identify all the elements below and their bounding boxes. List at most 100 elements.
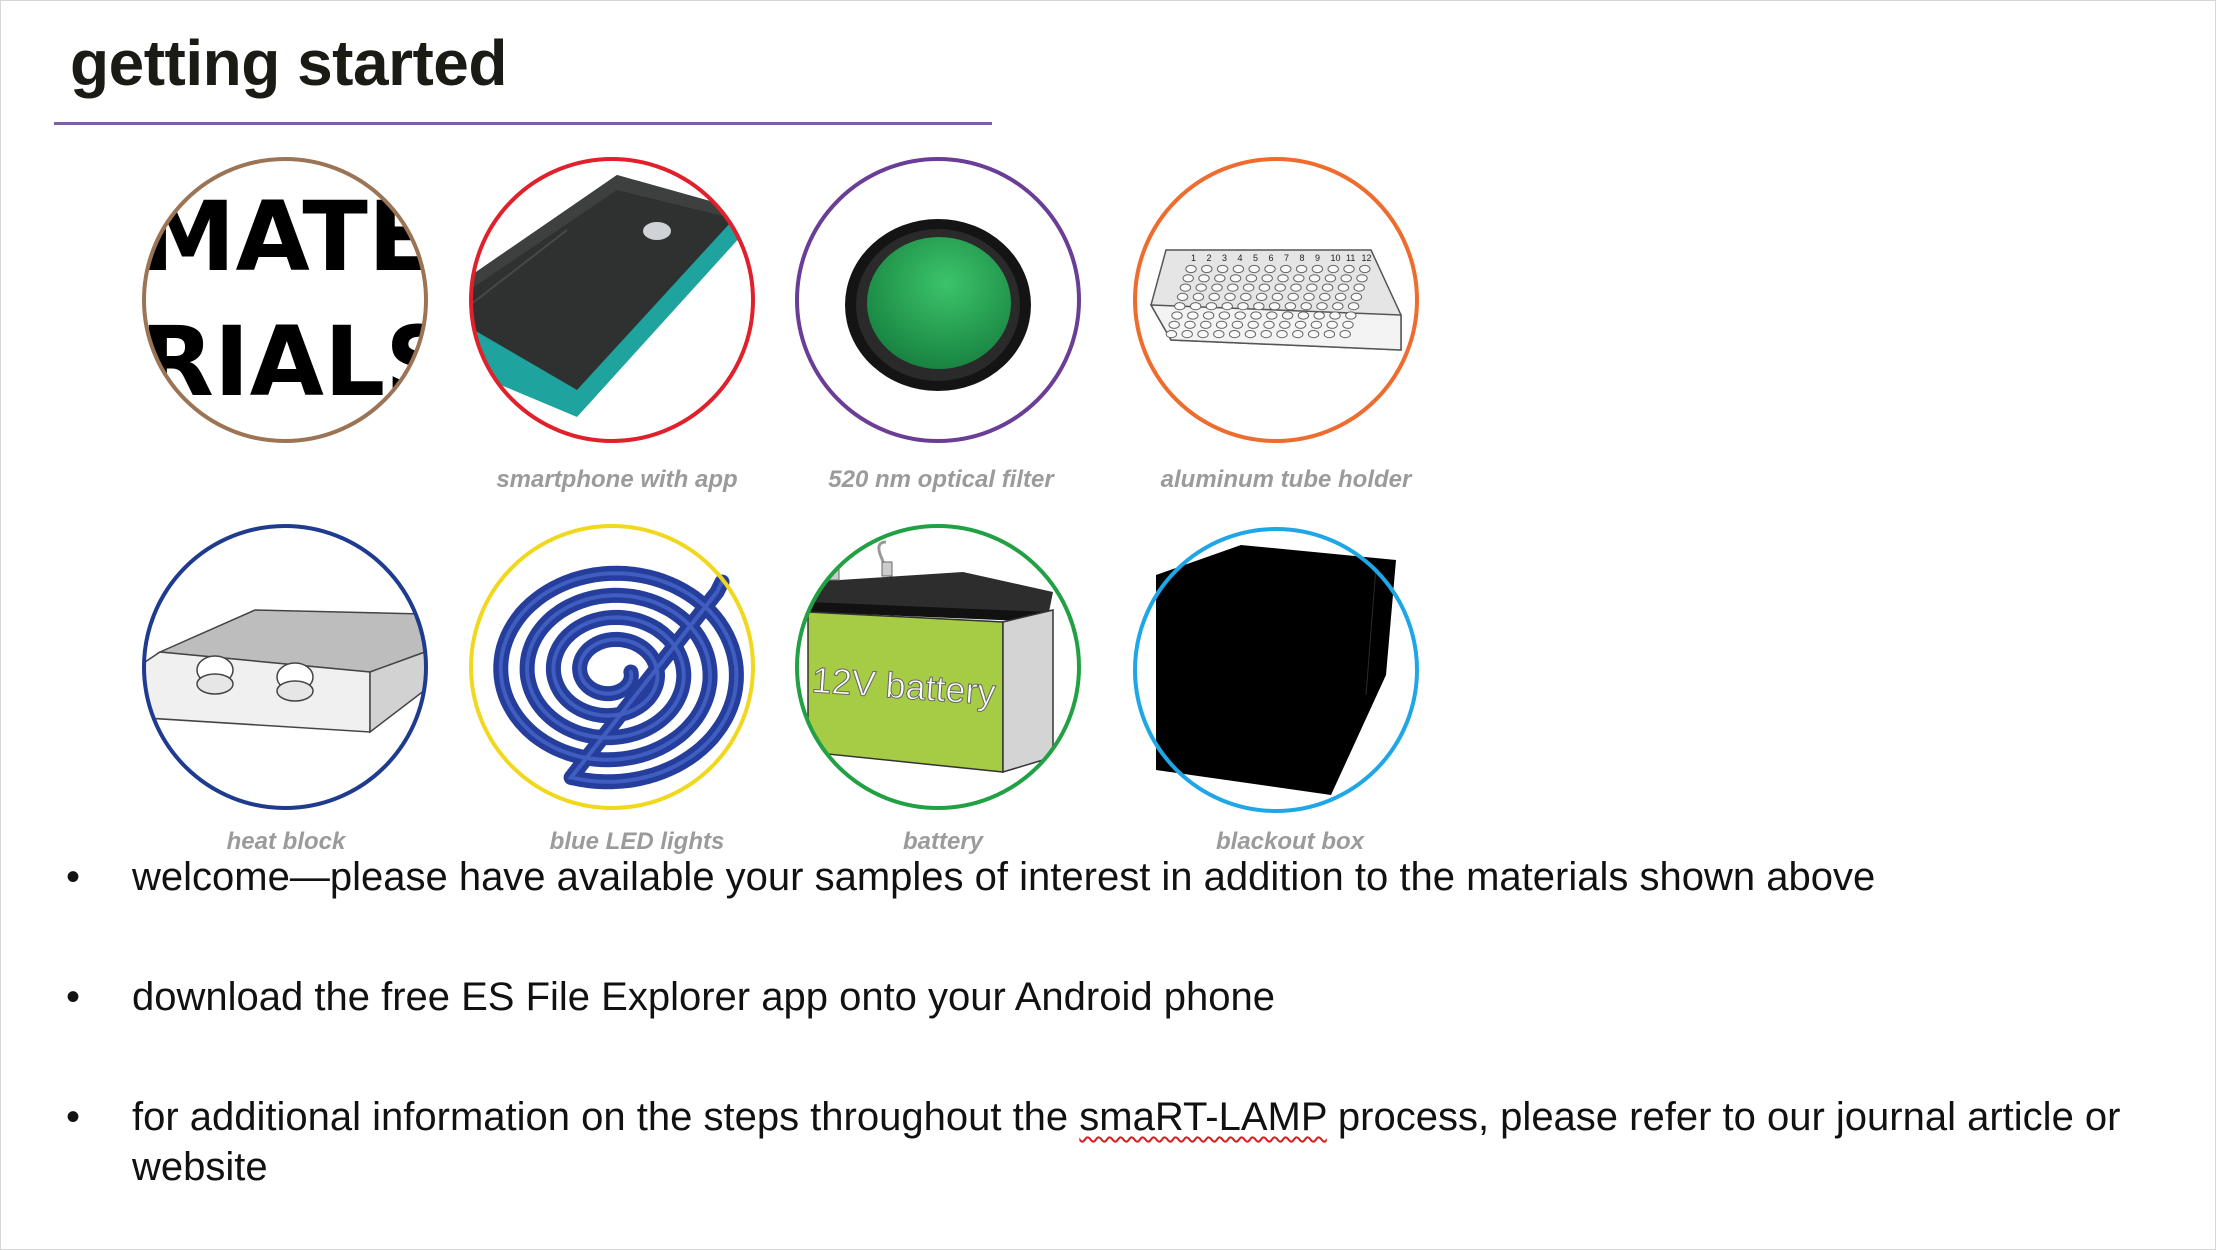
plate-well: [1277, 274, 1289, 283]
plate-well: [1326, 320, 1338, 329]
bullet-item-download: • download the free ES File Explorer app…: [66, 972, 2166, 1022]
plate-well: [1165, 330, 1178, 339]
plate-column-label: 3: [1222, 253, 1227, 263]
plate-well: [1247, 320, 1259, 329]
plate-well: [1268, 302, 1281, 311]
bullet-text: welcome—please have available your sampl…: [132, 855, 1876, 899]
plate-well: [1308, 274, 1321, 283]
plate-well: [1324, 274, 1337, 283]
plate-well: [1297, 311, 1310, 320]
plate-well: [1337, 283, 1350, 292]
plate-well: [1205, 302, 1218, 311]
plate-well: [1171, 311, 1183, 320]
plate-well: [1232, 264, 1245, 274]
plate-well: [1228, 330, 1241, 339]
plate-well: [1300, 302, 1312, 311]
plate-well: [1176, 292, 1189, 301]
plate-well: [1229, 274, 1242, 283]
plate-well: [1279, 320, 1291, 329]
plate-well: [1179, 283, 1192, 292]
plate-well: [1263, 320, 1275, 329]
plate-well: [1321, 283, 1334, 292]
plate-well: [1200, 320, 1212, 329]
plate-well: [1327, 264, 1339, 274]
bullet-symbol: •: [66, 975, 81, 1019]
title-underline: [54, 122, 992, 125]
plate-column-label: 5: [1253, 253, 1258, 263]
smartphone-image: [467, 155, 757, 445]
plate-column-label: 11: [1346, 253, 1355, 263]
heat-block-image: [140, 522, 430, 812]
bullet-item-welcome: • welcome—please have available your sam…: [66, 852, 2166, 902]
plate-well: [1182, 274, 1194, 283]
battery-image: 12V battery: [793, 522, 1083, 812]
tube-holder-image: 1 2 3 4 5 6 7 8 9 10 11 12: [1131, 155, 1421, 445]
plate-well: [1347, 302, 1360, 311]
plate-well: [1293, 274, 1305, 283]
plate-well: [1227, 283, 1239, 292]
plate-well: [1342, 320, 1354, 329]
plate-well: [1245, 274, 1258, 283]
plate-well: [1253, 302, 1265, 311]
plate-well: [1218, 311, 1231, 320]
plate-well: [1310, 320, 1323, 329]
plate-well: [1319, 292, 1331, 301]
plate-well: [1266, 311, 1278, 320]
plate-well: [1295, 264, 1308, 274]
plate-column-label: 6: [1269, 253, 1274, 263]
plate-well: [1281, 311, 1294, 320]
bullet-text: download the free ES File Explorer app o…: [132, 975, 1275, 1019]
plate-well: [1201, 264, 1213, 274]
bullet-symbol: •: [66, 855, 81, 899]
plate-well: [1231, 320, 1244, 329]
plate-well: [1237, 302, 1249, 311]
caption-optical-filter: 520 nm optical filter: [828, 466, 1054, 493]
plate-well: [1271, 292, 1284, 301]
bullet-text-before: for additional information on the steps …: [132, 1095, 1080, 1139]
plate-well: [1353, 283, 1365, 292]
plate-well: [1280, 264, 1292, 274]
plate-well: [1292, 330, 1304, 339]
plate-column-label: 8: [1300, 253, 1305, 263]
caption-tube-holder: aluminum tube holder: [1160, 466, 1412, 493]
plate-well: [1332, 302, 1344, 311]
plate-well: [1306, 283, 1318, 292]
plate-well: [1195, 283, 1207, 292]
plate-well: [1294, 320, 1307, 329]
bullet-symbol: •: [66, 1095, 81, 1139]
plate-well: [1307, 330, 1320, 339]
plate-well: [1248, 264, 1260, 274]
plate-column-label: 2: [1207, 253, 1212, 263]
plate-well: [1287, 292, 1299, 301]
plate-well: [1198, 274, 1210, 283]
plate-well: [1345, 311, 1357, 320]
plate-well: [1184, 320, 1196, 329]
materials-word-line1: MATE: [140, 181, 430, 293]
plate-well: [1290, 283, 1302, 292]
plate-column-label: 12: [1362, 253, 1372, 263]
plate-well: [1215, 320, 1228, 329]
plate-well: [1192, 292, 1205, 301]
plate-well: [1258, 283, 1271, 292]
plate-well: [1274, 283, 1286, 292]
plate-well: [1242, 283, 1255, 292]
plate-well: [1323, 330, 1336, 339]
plate-well: [1214, 274, 1226, 283]
materials-word-line2: RIALS: [140, 306, 430, 418]
plate-column-label: 1: [1191, 253, 1196, 263]
plate-well: [1356, 274, 1368, 283]
led-lights-image: [467, 522, 757, 812]
plate-well: [1202, 311, 1215, 320]
plate-column-label: 7: [1284, 253, 1289, 263]
spellcheck-flagged-word[interactable]: smaRT-LAMP: [1079, 1095, 1326, 1139]
plate-well: [1276, 330, 1288, 339]
plate-well: [1240, 292, 1252, 301]
plate-well: [1343, 264, 1355, 274]
plate-well: [1261, 274, 1273, 283]
plate-well: [1244, 330, 1257, 339]
plate-well: [1255, 292, 1268, 301]
plate-well: [1189, 302, 1202, 311]
plate-well: [1234, 311, 1246, 320]
plate-well: [1316, 302, 1328, 311]
blackout-box-image: [1131, 525, 1421, 815]
